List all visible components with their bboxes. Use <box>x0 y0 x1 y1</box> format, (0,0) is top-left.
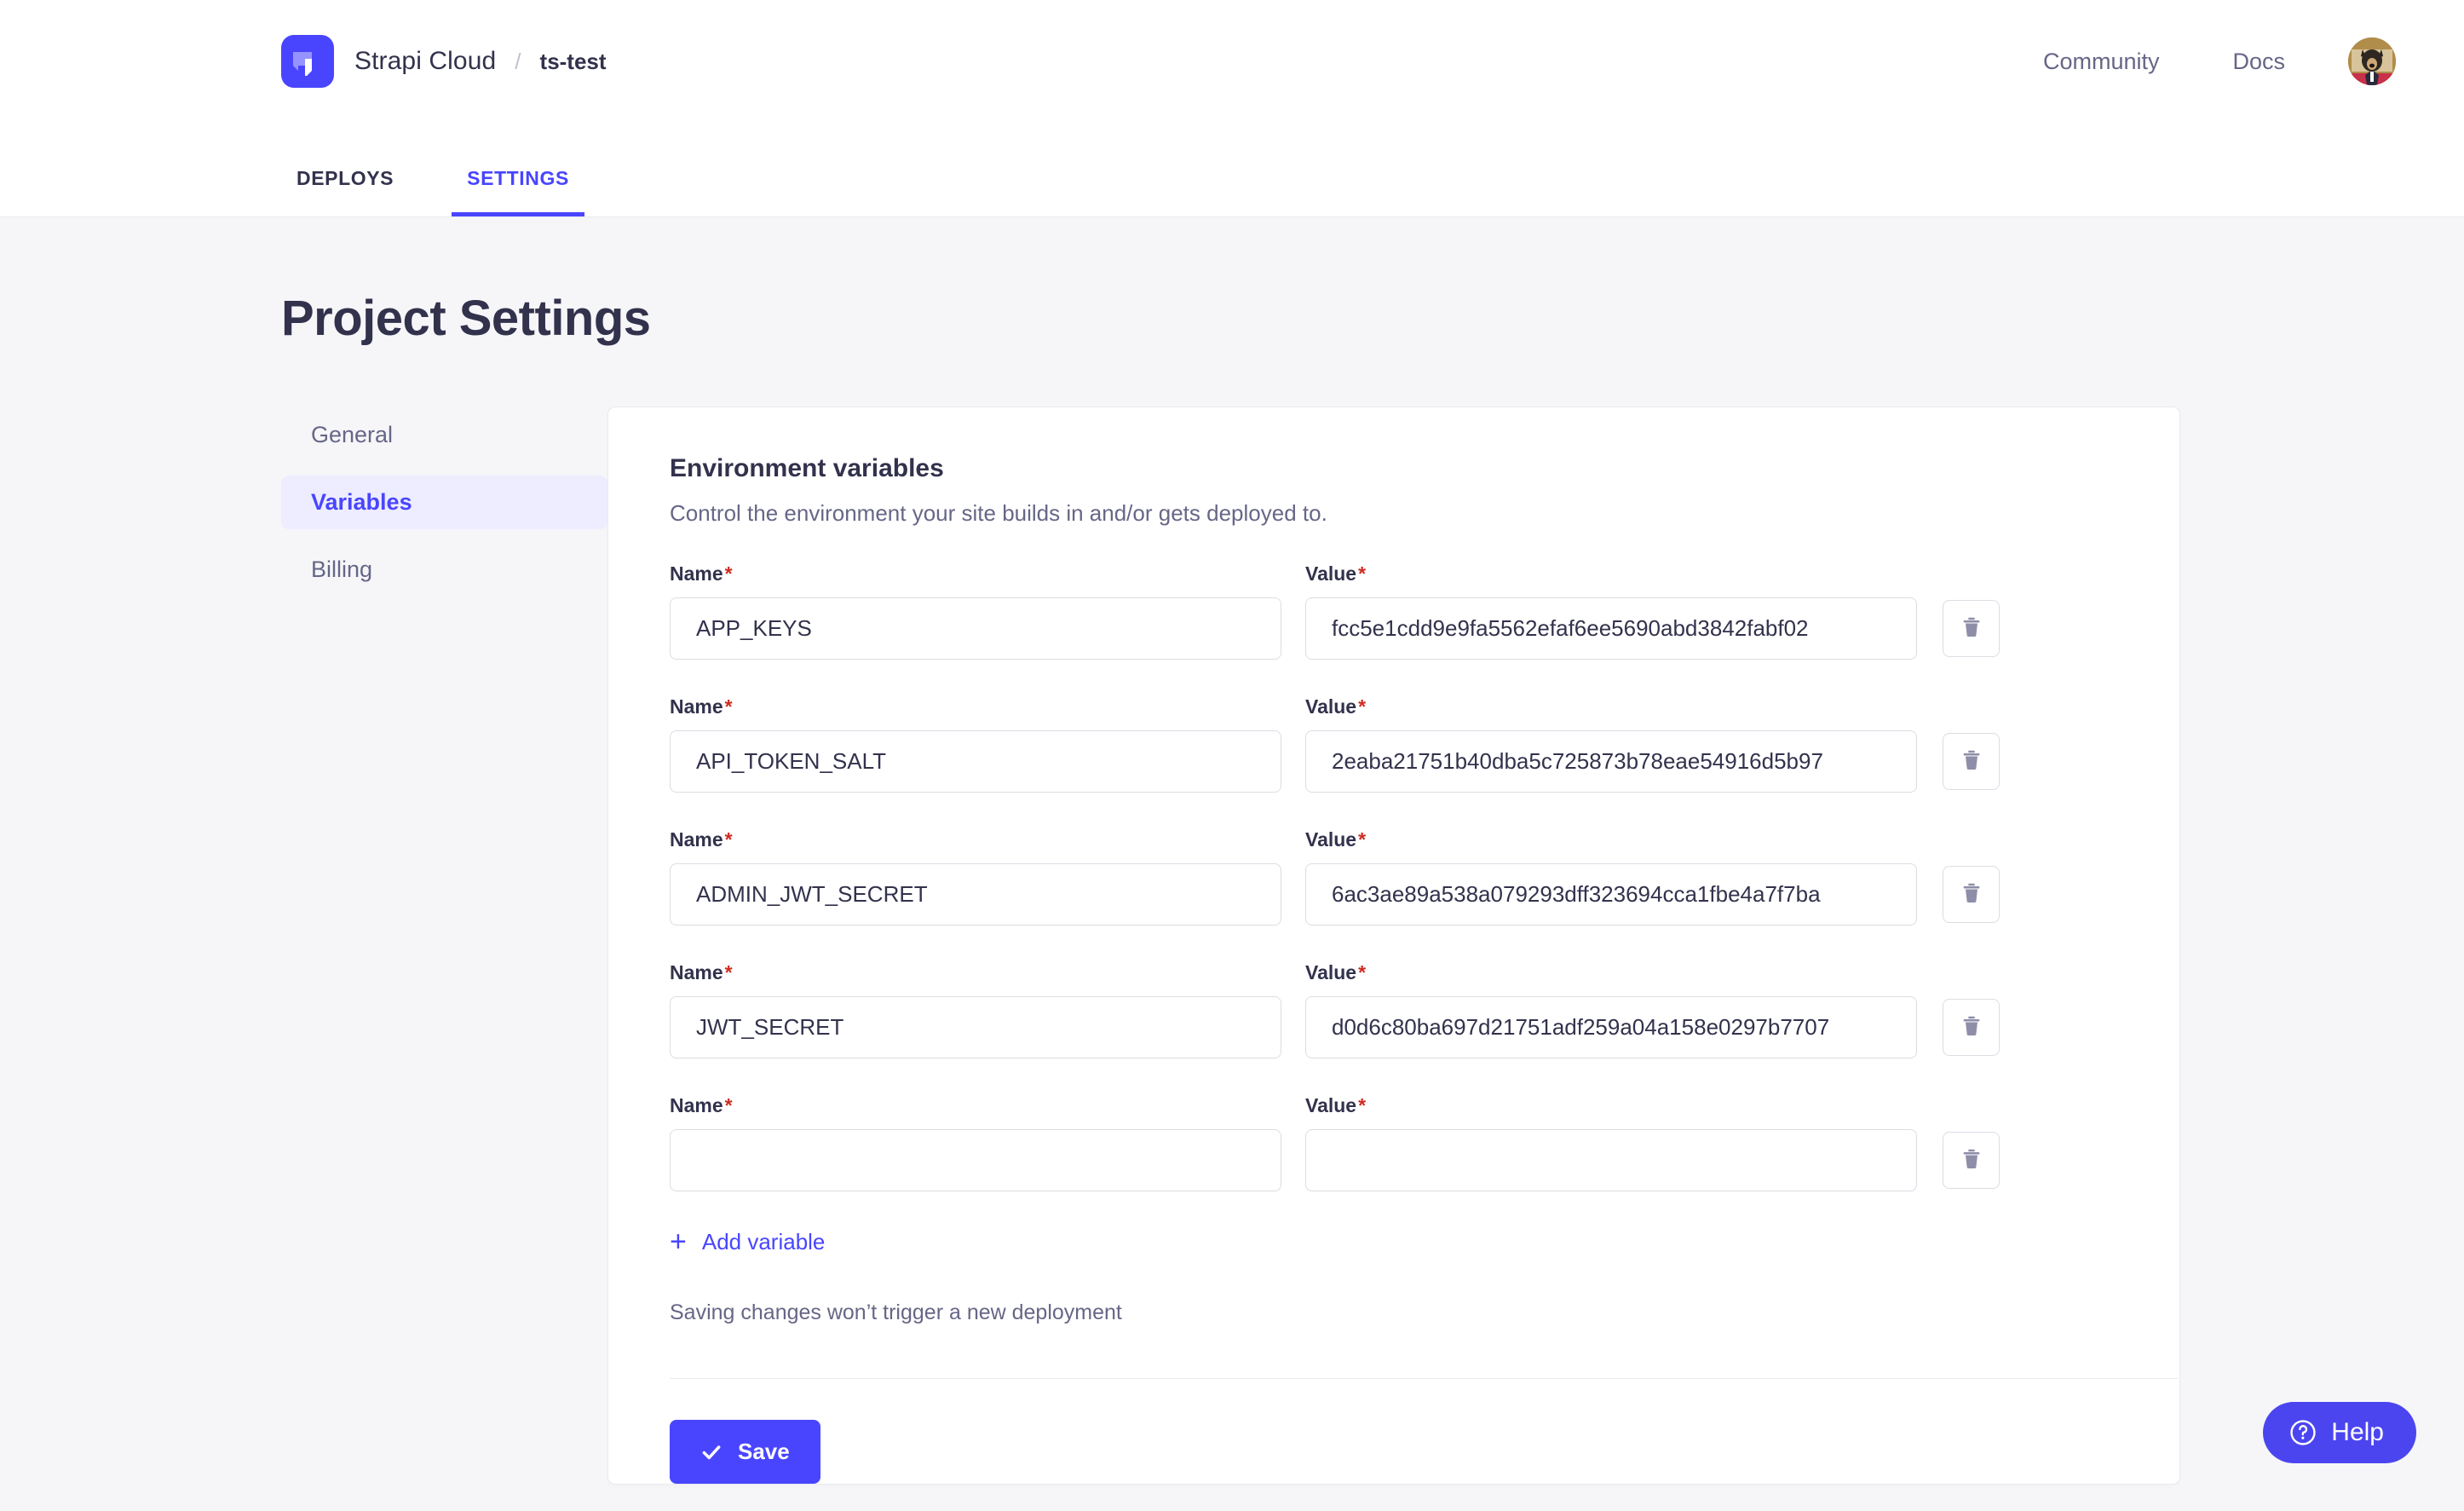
value-field-group: Value* <box>1305 828 1917 926</box>
value-label: Value* <box>1305 695 1917 718</box>
required-asterisk: * <box>725 562 733 585</box>
top-bar-actions: Community Docs <box>1970 37 2396 85</box>
name-label: Name* <box>670 1094 1281 1117</box>
environment-variables-card: Environment variables Control the enviro… <box>607 407 2180 1485</box>
required-asterisk: * <box>1358 961 1366 983</box>
sidebar-item-general[interactable]: General <box>281 408 607 462</box>
name-label: Name* <box>670 961 1281 984</box>
save-note: Saving changes won’t trigger a new deplo… <box>670 1300 2118 1325</box>
trash-icon <box>1959 614 1984 643</box>
sidebar-item-billing[interactable]: Billing <box>281 543 607 597</box>
name-field-group: Name* <box>670 828 1281 926</box>
variable-row: Name* Value* <box>670 562 2118 660</box>
help-button-label: Help <box>2331 1418 2384 1447</box>
top-bar: Strapi Cloud / ts-test Community Docs <box>0 0 2464 217</box>
variable-value-input[interactable] <box>1305 730 1917 793</box>
variable-value-input[interactable] <box>1305 597 1917 660</box>
value-label: Value* <box>1305 828 1917 851</box>
value-label: Value* <box>1305 961 1917 984</box>
variable-value-input[interactable] <box>1305 1129 1917 1191</box>
variable-name-input[interactable] <box>670 597 1281 660</box>
value-label: Value* <box>1305 562 1917 585</box>
card-divider <box>670 1378 2178 1379</box>
name-field-group: Name* <box>670 695 1281 793</box>
value-field-group: Value* <box>1305 562 1917 660</box>
variable-row: Name* Value* <box>670 695 2118 793</box>
page-title: Project Settings <box>281 290 2464 347</box>
variable-name-input[interactable] <box>670 996 1281 1058</box>
trash-icon <box>1959 1146 1984 1174</box>
top-bar-inner: Strapi Cloud / ts-test Community Docs <box>0 0 2464 123</box>
breadcrumb-separator: / <box>515 49 521 75</box>
page-content: Project Settings General Variables Billi… <box>0 290 2464 1485</box>
delete-variable-button[interactable] <box>1943 733 2000 790</box>
variables-list: Name* Value* Name* Value* Name* Value* Name* Va… <box>670 562 2118 1191</box>
required-asterisk: * <box>725 828 733 851</box>
required-asterisk: * <box>1358 695 1366 718</box>
delete-variable-button[interactable] <box>1943 866 2000 923</box>
required-asterisk: * <box>725 1094 733 1116</box>
name-label: Name* <box>670 562 1281 585</box>
save-button-label: Save <box>738 1439 790 1465</box>
required-asterisk: * <box>1358 1094 1366 1116</box>
variable-name-input[interactable] <box>670 730 1281 793</box>
variable-row: Name* Value* <box>670 828 2118 926</box>
sidebar-item-variables[interactable]: Variables <box>281 476 607 529</box>
name-field-group: Name* <box>670 961 1281 1058</box>
required-asterisk: * <box>1358 562 1366 585</box>
required-asterisk: * <box>1358 828 1366 851</box>
value-label: Value* <box>1305 1094 1917 1117</box>
variable-name-input[interactable] <box>670 1129 1281 1191</box>
name-field-group: Name* <box>670 1094 1281 1191</box>
brand-name[interactable]: Strapi Cloud <box>354 47 496 76</box>
delete-variable-button[interactable] <box>1943 1132 2000 1189</box>
required-asterisk: * <box>725 695 733 718</box>
variable-row: Name* Value* <box>670 1094 2118 1191</box>
trash-icon <box>1959 880 1984 908</box>
variable-value-input[interactable] <box>1305 996 1917 1058</box>
variable-row: Name* Value* <box>670 961 2118 1058</box>
strapi-logo-icon[interactable] <box>281 35 334 88</box>
card-subtitle: Control the environment your site builds… <box>670 500 2118 527</box>
breadcrumb-project: ts-test <box>540 49 607 75</box>
name-label: Name* <box>670 828 1281 851</box>
trash-icon <box>1959 747 1984 776</box>
community-link[interactable]: Community <box>2043 49 2160 75</box>
value-field-group: Value* <box>1305 695 1917 793</box>
settings-sidebar: General Variables Billing <box>281 407 607 610</box>
card-title: Environment variables <box>670 454 2118 483</box>
value-field-group: Value* <box>1305 1094 1917 1191</box>
required-asterisk: * <box>725 961 733 983</box>
delete-variable-button[interactable] <box>1943 600 2000 657</box>
delete-variable-button[interactable] <box>1943 999 2000 1056</box>
question-circle-icon <box>2288 1418 2317 1447</box>
avatar[interactable] <box>2348 37 2396 85</box>
docs-link[interactable]: Docs <box>2232 49 2285 75</box>
name-field-group: Name* <box>670 562 1281 660</box>
tab-deploys[interactable]: DEPLOYS <box>281 167 409 216</box>
brand-breadcrumb: Strapi Cloud / ts-test <box>281 35 607 88</box>
value-field-group: Value* <box>1305 961 1917 1058</box>
trash-icon <box>1959 1013 1984 1041</box>
tab-bar: DEPLOYS SETTINGS <box>0 167 627 216</box>
add-variable-button[interactable]: + Add variable <box>670 1227 825 1256</box>
plus-icon: + <box>670 1227 687 1256</box>
settings-body: General Variables Billing Environment va… <box>281 407 2464 1485</box>
variable-name-input[interactable] <box>670 863 1281 926</box>
save-button[interactable]: Save <box>670 1420 820 1484</box>
check-icon <box>700 1441 723 1463</box>
help-button[interactable]: Help <box>2263 1402 2416 1463</box>
tab-settings[interactable]: SETTINGS <box>452 167 584 216</box>
name-label: Name* <box>670 695 1281 718</box>
add-variable-label: Add variable <box>702 1229 826 1255</box>
variable-value-input[interactable] <box>1305 863 1917 926</box>
